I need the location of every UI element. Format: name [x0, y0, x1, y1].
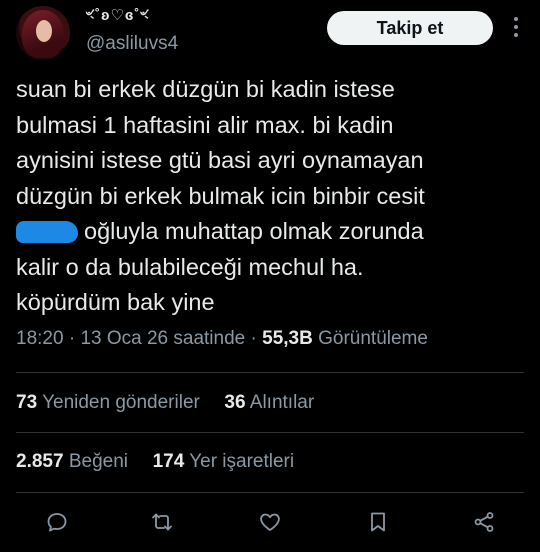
repost-quote-stats: 73 Yeniden gönderiler 36 Alıntılar [16, 392, 314, 414]
tweet-line: kalir o da bulabileceği mechul ha. [16, 253, 364, 280]
likes-count: 2.857 [16, 451, 64, 472]
tweet-line: oğluyla muhattap olmak zorunda [84, 218, 424, 244]
meta-separator: · [68, 328, 76, 349]
avatar[interactable] [16, 6, 70, 60]
repost-icon[interactable] [148, 508, 176, 536]
tweet-text: suan bi erkek düzgün bi kadin istese bul… [16, 72, 531, 321]
reply-icon[interactable] [43, 508, 71, 536]
tweet-meta: 18:20 · 13 Oca 26 saatinde · 55,3B Görün… [16, 328, 428, 350]
reposts-label: Yeniden gönderiler [42, 392, 200, 413]
follow-button[interactable]: Takip et [327, 11, 493, 45]
reposts-count: 73 [16, 392, 38, 413]
user-handle[interactable]: @asliluvs4 [86, 33, 178, 55]
views-label: Görüntüleme [318, 328, 428, 349]
more-options-icon[interactable] [504, 12, 528, 42]
likes-link[interactable]: 2.857 Beğeni [16, 451, 133, 472]
quotes-link[interactable]: 36 Alıntılar [224, 392, 314, 413]
avatar-face [36, 20, 52, 42]
tweet-date[interactable]: 13 Oca 26 saatinde [80, 328, 245, 349]
bookmark-icon[interactable] [364, 508, 392, 536]
tweet-line: bulmasi 1 haftasini alir max. bi kadin [16, 111, 394, 138]
tweet-line: aynisini istese gtü basi ayri oynamayan [16, 147, 424, 173]
tweet-line: suan bi erkek düzgün bi kadin istese [16, 76, 395, 102]
views-count: 55,3B [262, 328, 313, 349]
display-name[interactable]: ৼ˚ʚ♡ɞ˚ৼ [86, 6, 149, 24]
tweet-line-with-redaction: oğluyla muhattap olmak zorunda [16, 214, 531, 250]
divider [16, 492, 524, 493]
tweet-line: düzgün bi erkek bulmak icin binbir cesit [16, 182, 425, 209]
share-icon[interactable] [470, 508, 498, 536]
quotes-count: 36 [224, 392, 246, 413]
likes-label: Beğeni [68, 451, 128, 472]
bookmarks-count: 174 [152, 451, 185, 472]
redaction-mark [16, 221, 78, 243]
meta-separator: · [250, 328, 257, 349]
divider [16, 372, 524, 373]
bookmarks-link[interactable]: 174 Yer işaretleri [153, 451, 295, 472]
reposts-link[interactable]: 73 Yeniden gönderiler [16, 392, 205, 413]
tweet-line: köpürdüm bak yine [16, 289, 215, 315]
tweet-time[interactable]: 18:20 [16, 328, 64, 349]
bookmarks-label: Yer işaretleri [189, 451, 295, 472]
action-bar [0, 500, 540, 544]
quotes-label: Alıntılar [249, 392, 315, 413]
like-icon[interactable] [256, 508, 284, 536]
like-bookmark-stats: 2.857 Beğeni 174 Yer işaretleri [16, 451, 294, 473]
tweet-header: ৼ˚ʚ♡ɞ˚ৼ @asliluvs4 Takip et [0, 0, 540, 70]
divider [16, 432, 524, 433]
